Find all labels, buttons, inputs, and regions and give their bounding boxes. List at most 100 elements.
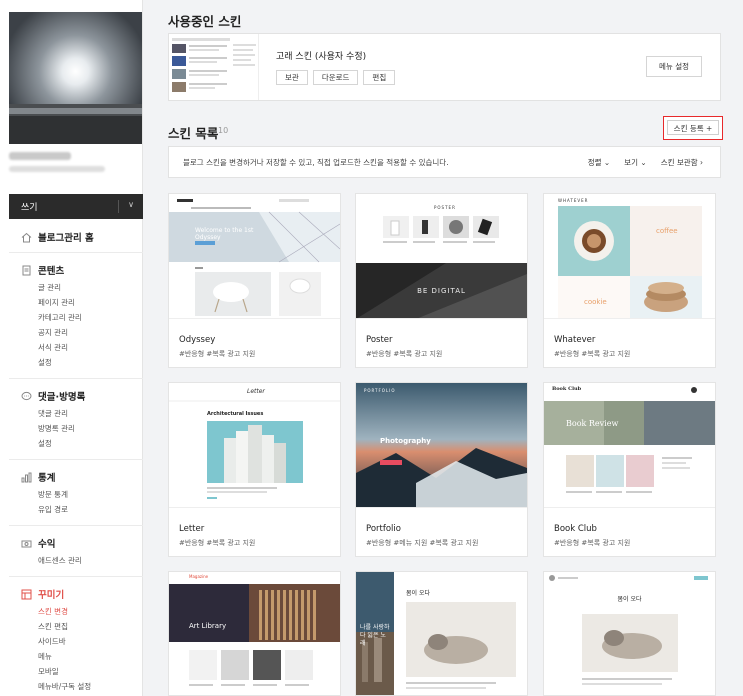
sidebar-section: 수익애드센스 관리: [9, 526, 143, 577]
sidebar-section-label: 수익: [38, 539, 56, 550]
sidebar-item[interactable]: 서식 관리: [20, 340, 143, 355]
sidebar-section: 블로그관리 홈: [9, 220, 143, 253]
skin-thumbnail: Magazine Art Library: [169, 572, 340, 695]
sidebar-item[interactable]: 카테고리 관리: [20, 310, 143, 325]
sidebar-section-title[interactable]: 댓글·방명록: [20, 389, 143, 403]
sidebar-item[interactable]: 스킨 변경: [20, 604, 143, 619]
sidebar-item[interactable]: 스킨 편집: [20, 619, 143, 634]
sidebar-item[interactable]: 메뉴바/구독 설정: [20, 679, 143, 694]
skin-thumbnail: POSTER BE DIGITAL: [356, 194, 527, 319]
chevron-down-icon[interactable]: ∨: [128, 200, 134, 209]
thumb-text: Art Library: [189, 622, 227, 630]
skin-name: Portfolio: [366, 524, 401, 534]
thumb-logo: WHATEVER: [558, 198, 589, 203]
skin-thumbnail: PORTFOLIO Photography: [356, 383, 527, 508]
sidebar-section-label: 댓글·방명록: [38, 392, 86, 403]
sort-dropdown[interactable]: 정렬 ⌄: [588, 157, 611, 168]
thumb-text: 봄이 오다: [617, 596, 642, 603]
thumb-text: Welcome to the 1st Odyssey: [195, 227, 254, 241]
skin-info-bar: 블로그 스킨을 변경하거나 저장할 수 있고, 직접 업로드한 스킨을 적용할 …: [168, 146, 721, 178]
current-skin-panel: 고래 스킨 (사용자 수정) 보관 다운로드 편집 메뉴 설정: [168, 33, 721, 101]
edit-button[interactable]: 편집: [363, 70, 396, 85]
sidebar-item[interactable]: 방문 통계: [20, 487, 143, 502]
skin-archive-link[interactable]: 스킨 보관함 ›: [661, 157, 703, 168]
register-skin-label: 스킨 등록 +: [667, 120, 719, 135]
skin-card-book-club[interactable]: Book Club Book Review Book Club #반응형 #복록…: [543, 382, 716, 557]
download-button[interactable]: 다운로드: [312, 70, 359, 85]
sidebar-item[interactable]: 애드센스 관리: [20, 553, 143, 568]
sort-label: 정렬: [587, 158, 602, 167]
skin-tags: #반응형 #복록 광고 지원: [179, 539, 256, 547]
sidebar-section: 통계방문 통계 유입 경로: [9, 460, 143, 526]
thumb-text: cookie: [584, 298, 607, 306]
sidebar-section-label: 꾸미기: [38, 590, 65, 601]
sidebar-item[interactable]: 설정: [20, 355, 143, 370]
archive-button[interactable]: 보관: [276, 70, 308, 85]
chevron-down-icon: ⌄: [640, 158, 647, 167]
skin-card-letter[interactable]: Letter Architectural Issues Letter #반응형 …: [168, 382, 341, 557]
sidebar-section-title[interactable]: 블로그관리 홈: [20, 230, 143, 244]
sidebar-section-title[interactable]: 꾸미기: [20, 587, 143, 601]
write-button[interactable]: 쓰기 ∨: [9, 194, 143, 219]
skin-name: Book Club: [554, 524, 597, 534]
thumb-text: Photography: [380, 437, 431, 445]
comment-icon: [20, 390, 32, 402]
skin-thumbnail: Letter Architectural Issues: [169, 383, 340, 508]
sidebar-item[interactable]: 글 관리: [20, 280, 143, 295]
skin-card-odyssey[interactable]: Welcome to the 1st Odyssey Odyssey #반응형 …: [168, 193, 341, 368]
thumb-text: BE DIGITAL: [417, 287, 466, 295]
blog-owner-info: [9, 152, 109, 182]
sidebar-item[interactable]: 유입 경로: [20, 502, 143, 517]
skin-thumbnail: Book Club Book Review: [544, 383, 715, 508]
skin-thumbnail: 나를 사랑하다 잃은 노래 봄이 오다: [356, 572, 527, 695]
sidebar-item[interactable]: 사이드바: [20, 634, 143, 649]
skin-thumbnail: Welcome to the 1st Odyssey: [169, 194, 340, 319]
thumb-logo: PORTFOLIO: [364, 388, 396, 393]
sidebar-item[interactable]: 페이지 관리: [20, 295, 143, 310]
document-icon: [20, 264, 32, 276]
decorate-icon: [20, 588, 32, 600]
skin-info-text: 블로그 스킨을 변경하거나 저장할 수 있고, 직접 업로드한 스킨을 적용할 …: [183, 158, 449, 167]
sidebar-item[interactable]: 댓글 관리: [20, 406, 143, 421]
current-skin-name: 고래 스킨 (사용자 수정): [276, 52, 367, 62]
sidebar-item[interactable]: 설정: [20, 436, 143, 451]
sidebar-section-title[interactable]: 수익: [20, 536, 143, 550]
write-label: 쓰기: [21, 203, 38, 213]
sidebar-item[interactable]: 방명록 관리: [20, 421, 143, 436]
skin-count: 10: [218, 126, 229, 135]
current-skin-heading: 사용중인 스킨: [168, 14, 242, 29]
register-skin-button[interactable]: 스킨 등록 +: [663, 116, 723, 140]
menu-settings-button[interactable]: 메뉴 설정: [646, 56, 702, 77]
skin-card-magazine[interactable]: Magazine Art Library: [168, 571, 341, 696]
skin-name: Whatever: [554, 335, 596, 345]
chevron-down-icon: ⌄: [603, 158, 611, 167]
skin-card-cat[interactable]: 나를 사랑하다 잃은 노래 봄이 오다: [355, 571, 528, 696]
thumb-text: 봄이 오다: [406, 590, 430, 597]
home-icon: [20, 231, 32, 243]
admin-menu: 블로그관리 홈 콘텐츠 글 관리 페이지 관리 카테고리 관리 공지 관리 서식 관리 설정 댓…: [9, 220, 143, 696]
skin-card-poster[interactable]: POSTER BE DIGITAL Poster #반응형 #복록 광고 지원: [355, 193, 528, 368]
skin-tags: #반응형 #복록 광고 지원: [366, 350, 443, 358]
current-skin-thumbnail: [169, 34, 259, 100]
thumb-text: 나를 사랑하다 잃은 노래: [360, 624, 390, 647]
view-dropdown[interactable]: 보기 ⌄: [624, 157, 647, 168]
sidebar-section-label: 통계: [38, 473, 56, 484]
skin-card-cat-2[interactable]: 봄이 오다: [543, 571, 716, 696]
sidebar-section-label: 콘텐츠: [38, 266, 65, 277]
skin-card-whatever[interactable]: WHATEVER coffee cookie Whatever #반응형 #복록…: [543, 193, 716, 368]
sidebar-item[interactable]: 메뉴: [20, 649, 143, 664]
sidebar-section-title[interactable]: 콘텐츠: [20, 263, 143, 277]
sidebar-section: 콘텐츠글 관리 페이지 관리 카테고리 관리 공지 관리 서식 관리 설정: [9, 253, 143, 379]
chart-icon: [20, 471, 32, 483]
blog-profile-image[interactable]: [9, 12, 142, 144]
sidebar-section-title[interactable]: 통계: [20, 470, 143, 484]
thumb-logo: Book Club: [552, 386, 582, 392]
skin-name: Odyssey: [179, 335, 216, 345]
skin-tags: #반응형 #복록 광고 지원: [554, 539, 631, 547]
sidebar-item[interactable]: 모바일: [20, 664, 143, 679]
sidebar: 쓰기 ∨ 블로그관리 홈콘텐츠글 관리 페이지 관리 카테고리 관리 공지 관리 서식 …: [0, 0, 143, 696]
sidebar-item[interactable]: 공지 관리: [20, 325, 143, 340]
view-label: 보기: [624, 158, 639, 167]
archive-label: 스킨 보관함: [660, 158, 698, 167]
skin-card-portfolio[interactable]: PORTFOLIO Photography Portfolio #반응형 #메뉴…: [355, 382, 528, 557]
